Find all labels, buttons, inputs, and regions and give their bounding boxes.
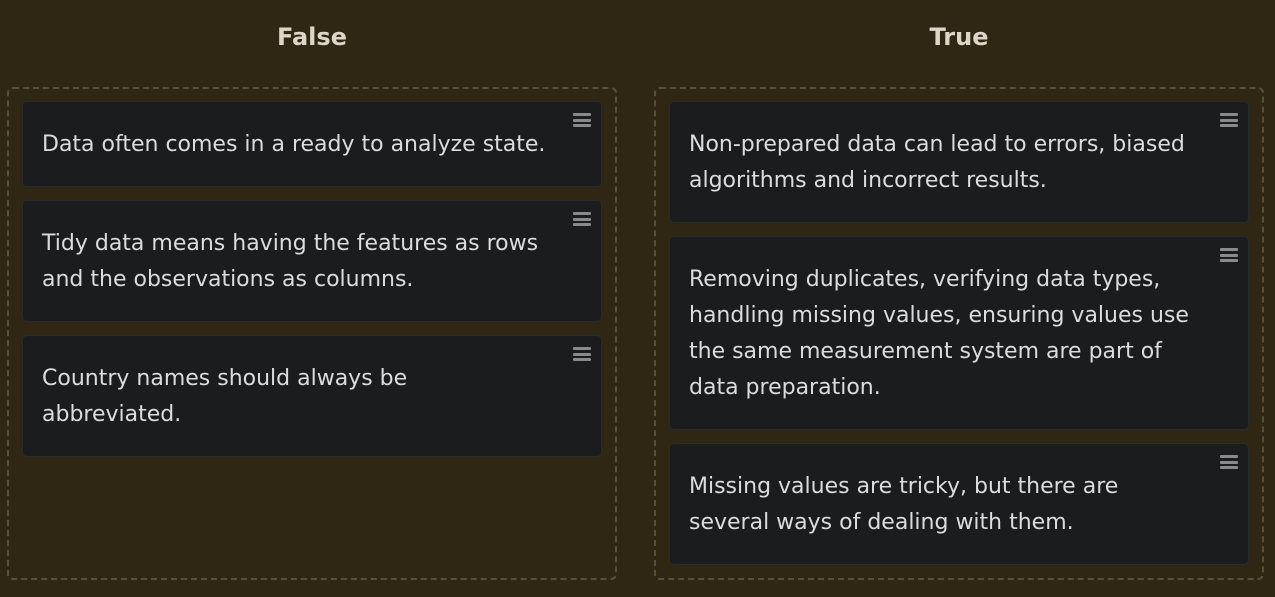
card-text: Country names should always be abbreviat…	[42, 366, 408, 427]
drag-handle-icon[interactable]	[1220, 113, 1238, 127]
dropzone-false[interactable]: Data often comes in a ready to analyze s…	[7, 87, 617, 580]
card-text: Non-prepared data can lead to errors, bi…	[689, 132, 1185, 193]
draggable-card[interactable]: Tidy data means having the features as r…	[22, 200, 602, 322]
card-text: Missing values are tricky, but there are…	[689, 474, 1119, 535]
card-text: Data often comes in a ready to analyze s…	[42, 132, 546, 157]
drag-handle-icon[interactable]	[573, 113, 591, 127]
card-text: Removing duplicates, verifying data type…	[689, 267, 1189, 400]
draggable-card[interactable]: Removing duplicates, verifying data type…	[669, 236, 1249, 430]
dropzone-true[interactable]: Non-prepared data can lead to errors, bi…	[654, 87, 1264, 580]
drag-handle-icon[interactable]	[573, 212, 591, 226]
column-true: True Non-prepared data can lead to error…	[654, 0, 1264, 580]
column-title-false: False	[277, 23, 347, 51]
draggable-card[interactable]: Data often comes in a ready to analyze s…	[22, 101, 602, 187]
draggable-card[interactable]: Missing values are tricky, but there are…	[669, 443, 1249, 565]
draggable-card[interactable]: Country names should always be abbreviat…	[22, 335, 602, 457]
column-false: False Data often comes in a ready to ana…	[7, 0, 617, 580]
draggable-card[interactable]: Non-prepared data can lead to errors, bi…	[669, 101, 1249, 223]
drag-handle-icon[interactable]	[573, 347, 591, 361]
sorting-board: False Data often comes in a ready to ana…	[0, 0, 1275, 597]
drag-handle-icon[interactable]	[1220, 248, 1238, 262]
drag-handle-icon[interactable]	[1220, 455, 1238, 469]
card-text: Tidy data means having the features as r…	[42, 231, 539, 292]
column-title-true: True	[929, 23, 989, 51]
